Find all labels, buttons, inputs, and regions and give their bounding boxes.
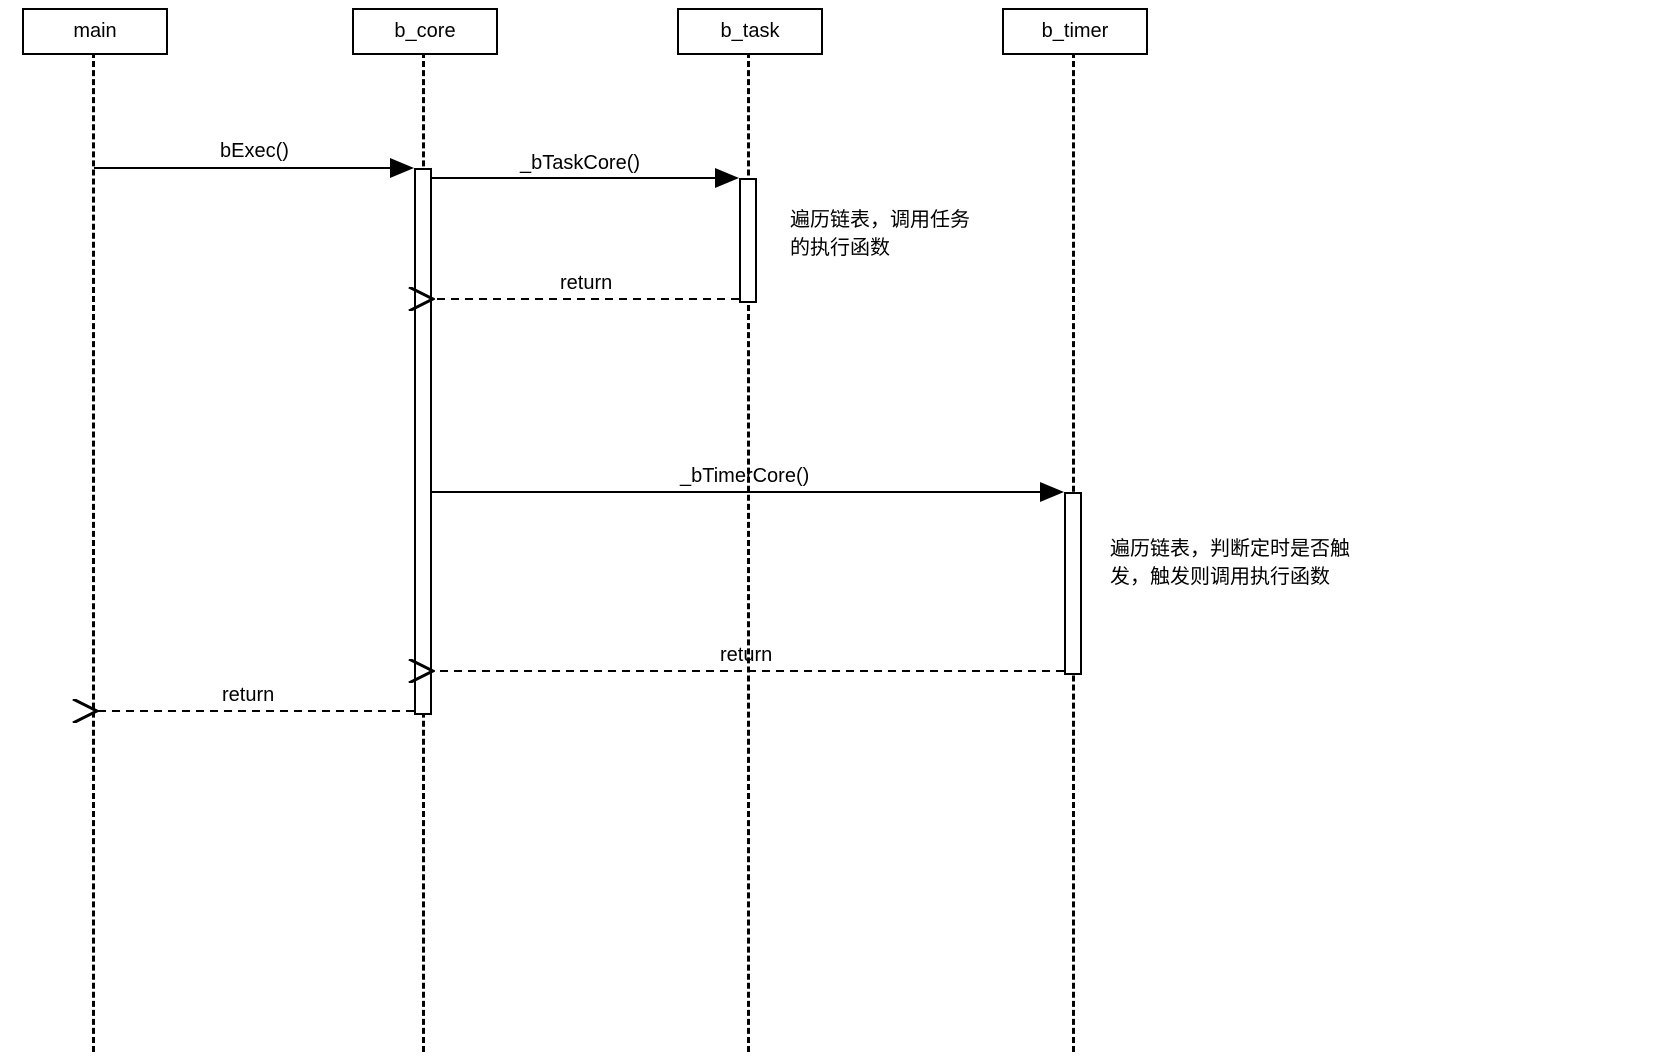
message-return-main: return [222,684,274,707]
activation-btimer [1064,492,1082,675]
participant-label: main [73,20,116,42]
note-line: 遍历链表，调用任务 [790,206,970,234]
sequence-diagram: main b_core b_task b_timer [0,0,1674,1064]
note-task: 遍历链表，调用任务 的执行函数 [790,206,970,262]
participant-label: b_task [721,20,780,42]
activation-btask [739,178,757,303]
message-return-task: return [560,272,612,295]
message-return-timer: return [720,644,772,667]
note-timer: 遍历链表，判断定时是否触 发，触发则调用执行函数 [1110,535,1350,591]
message-bexec: bExec() [220,140,289,163]
participant-btimer: b_timer [1002,8,1148,55]
message-btimercore: _bTimerCore() [680,465,809,488]
participant-label: b_timer [1042,20,1109,42]
participant-label: b_core [394,20,455,42]
message-btaskcore: _bTaskCore() [520,152,640,175]
note-line: 发，触发则调用执行函数 [1110,563,1350,591]
participant-main: main [22,8,168,55]
note-line: 的执行函数 [790,234,970,262]
participant-bcore: b_core [352,8,498,55]
lifeline-main [92,52,95,1052]
activation-bcore [414,168,432,715]
note-line: 遍历链表，判断定时是否触 [1110,535,1350,563]
participant-btask: b_task [677,8,823,55]
